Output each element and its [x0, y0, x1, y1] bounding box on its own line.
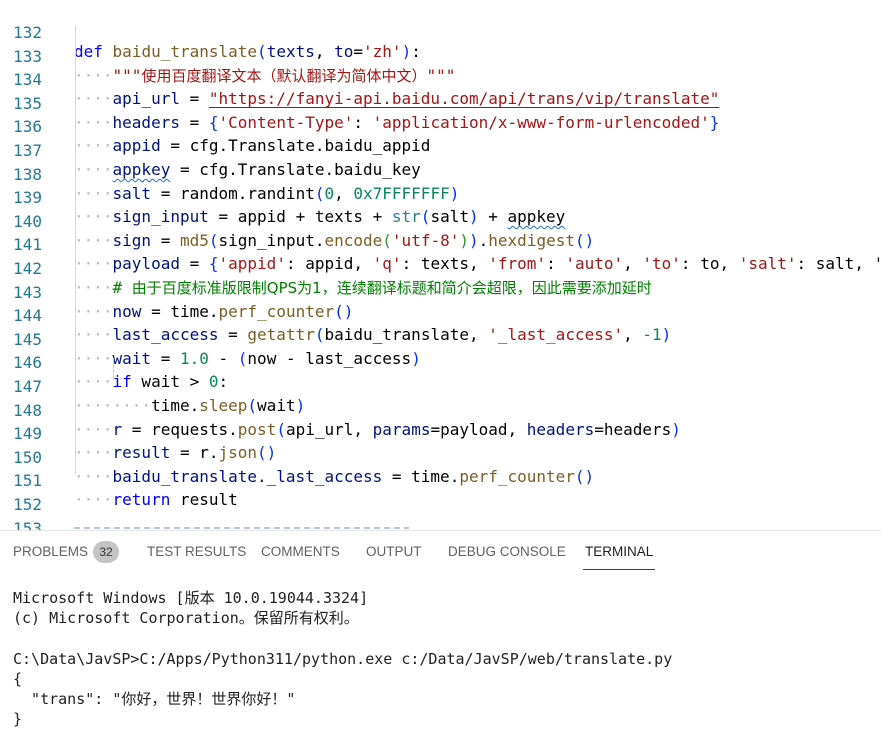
terminal-line: "trans": "你好，世界！世界你好！"	[13, 690, 296, 708]
code-line-148[interactable]: 148 ····r = requests.post(api_url, param…	[0, 380, 881, 439]
code-line-150[interactable]: 150 ····baidu_translate._last_access = t…	[0, 427, 881, 486]
indent-guide	[113, 358, 114, 378]
code-line-145[interactable]: 145 ····wait = 1.0 - (now - last_access)	[0, 309, 881, 368]
code-line-152[interactable]: 152	[0, 474, 881, 514]
code-line-133[interactable]: 133 ····"""使用百度翻译文本（默认翻译为简体中文）"""	[0, 26, 881, 85]
code-line-144[interactable]: 144 ····last_access = getattr(baidu_tran…	[0, 285, 881, 344]
terminal-line: Microsoft Windows [版本 10.0.19044.3324]	[13, 589, 369, 607]
code-line-151[interactable]: 151 ····return result	[0, 450, 881, 509]
code-line-143[interactable]: 143 ····now = time.perf_counter()	[0, 262, 881, 321]
terminal-line: {	[13, 670, 23, 688]
code-line-149[interactable]: 149 ····result = r.json()	[0, 403, 881, 462]
terminal-command-line: C:\Data\JavSP>C:/Apps/Python311/python.e…	[13, 650, 673, 668]
code-line-139[interactable]: 139 ····sign_input = appid + texts + str…	[0, 167, 881, 226]
terminal-line: (c) Microsoft Corporation。保留所有权利。	[13, 609, 359, 627]
tab-terminal[interactable]: TERMINAL	[582, 544, 656, 570]
panel-tabs: PROBLEMS 32 TEST RESULTS COMMENTS OUTPUT…	[0, 531, 881, 575]
problems-count-badge: 32	[93, 541, 119, 563]
terminal-line: }	[13, 710, 23, 728]
code-line-135[interactable]: 135 ····headers = {'Content-Type': 'appl…	[0, 73, 881, 132]
tab-output[interactable]: OUTPUT	[366, 544, 422, 559]
code-line-153[interactable]: 153	[0, 498, 881, 530]
code-line-134[interactable]: 134 ····api_url = "https://fanyi-api.bai…	[0, 49, 881, 108]
code-line-146[interactable]: 146 ····if wait > 0:	[0, 332, 881, 391]
code-line-136[interactable]: 136 ····appid = cfg.Translate.baidu_appi…	[0, 96, 881, 155]
line-number: 153	[13, 518, 42, 530]
code-editor[interactable]: 132 def baidu_translate(texts, to='zh'):…	[0, 0, 881, 530]
code-line-147[interactable]: 147 ········time.sleep(wait)	[0, 356, 881, 415]
code-line-141[interactable]: 141 ····payload = {'appid': appid, 'q': …	[0, 214, 881, 273]
code-line-142[interactable]: 142 ····# 由于百度标准版限制QPS为1，连续翻译标题和简介会超限，因此…	[0, 238, 881, 297]
code-line-132[interactable]: 132 def baidu_translate(texts, to='zh'):	[0, 2, 881, 61]
code-line-138[interactable]: 138 ····salt = random.randint(0, 0x7FFFF…	[0, 144, 881, 203]
tab-comments[interactable]: COMMENTS	[261, 544, 340, 559]
code-line-140[interactable]: 140 ····sign = md5(sign_input.encode('ut…	[0, 191, 881, 250]
terminal-panel[interactable]: Microsoft Windows [版本 10.0.19044.3324] (…	[0, 575, 881, 742]
indent-guide	[75, 26, 76, 474]
tab-test-results[interactable]: TEST RESULTS	[147, 544, 246, 559]
tab-problems[interactable]: PROBLEMS	[13, 544, 88, 559]
code-line-137[interactable]: 137 ····appkey = cfg.Translate.baidu_key	[0, 120, 881, 179]
tab-debug-console[interactable]: DEBUG CONSOLE	[448, 544, 566, 559]
